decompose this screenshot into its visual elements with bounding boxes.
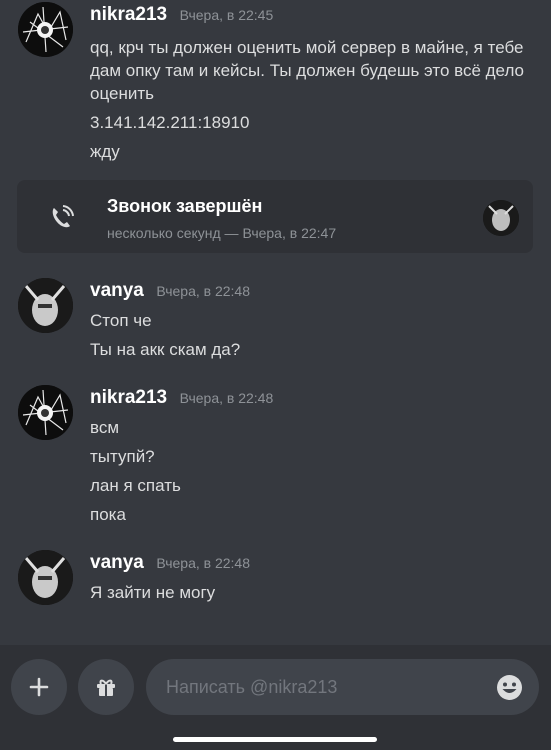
message-header: nikra213 Вчера, в 22:45 [90,4,273,26]
message-text: Я зайти не могу [90,583,216,602]
emoji-icon[interactable] [496,674,523,701]
plus-icon [29,677,49,697]
message-content: всм тытупй? лан я спать пока [90,416,530,532]
timestamp: Вчера, в 22:48 [156,555,250,571]
message-text: лан я спать [90,476,181,495]
message-text: Стоп че [90,311,152,330]
message-content: Я зайти не могу [90,581,530,610]
message-content: Стоп че Ты на акк скам да? [90,309,530,367]
message-content: qq, крч ты должен оценить мой сервер в м… [90,36,530,169]
message-composer [0,645,551,750]
call-title: Звонок завершён [107,196,263,216]
message-header: vanya Вчера, в 22:48 [90,552,250,574]
call-ended-card: Звонок завершён несколько секунд — Вчера… [17,180,533,253]
call-participant-avatar[interactable] [483,200,519,236]
username[interactable]: nikra213 [90,4,167,25]
message-text: жду [90,142,120,161]
home-indicator[interactable] [173,737,377,742]
message-header: nikra213 Вчера, в 22:48 [90,387,273,409]
phone-ended-icon [52,205,74,228]
message-input[interactable] [146,659,539,715]
avatar-vanya[interactable] [18,278,73,333]
add-attachment-button[interactable] [11,659,67,715]
message-text: 3.141.142.211:18910 [90,113,250,132]
gift-button[interactable] [78,659,134,715]
message-text: пока [90,505,126,524]
avatar-vanya[interactable] [18,550,73,605]
username[interactable]: vanya [90,552,144,573]
call-subtitle: несколько секунд — Вчера, в 22:47 [107,225,337,241]
message-header: vanya Вчера, в 22:48 [90,280,250,302]
timestamp: Вчера, в 22:45 [179,7,274,23]
message-text: qq, крч ты должен оценить мой сервер в м… [90,38,525,103]
message-list: nikra213 Вчера, в 22:45 qq, крч ты долже… [0,0,551,645]
gift-icon [97,679,115,696]
message-text: Ты на акк скам да? [90,340,241,359]
timestamp: Вчера, в 22:48 [179,390,274,406]
avatar-nikra213[interactable] [18,2,73,57]
avatar-nikra213[interactable] [18,385,73,440]
username[interactable]: nikra213 [90,387,167,408]
message-text: тытупй? [90,447,155,466]
message-text: всм [90,418,120,437]
username[interactable]: vanya [90,280,144,301]
timestamp: Вчера, в 22:48 [156,283,250,299]
